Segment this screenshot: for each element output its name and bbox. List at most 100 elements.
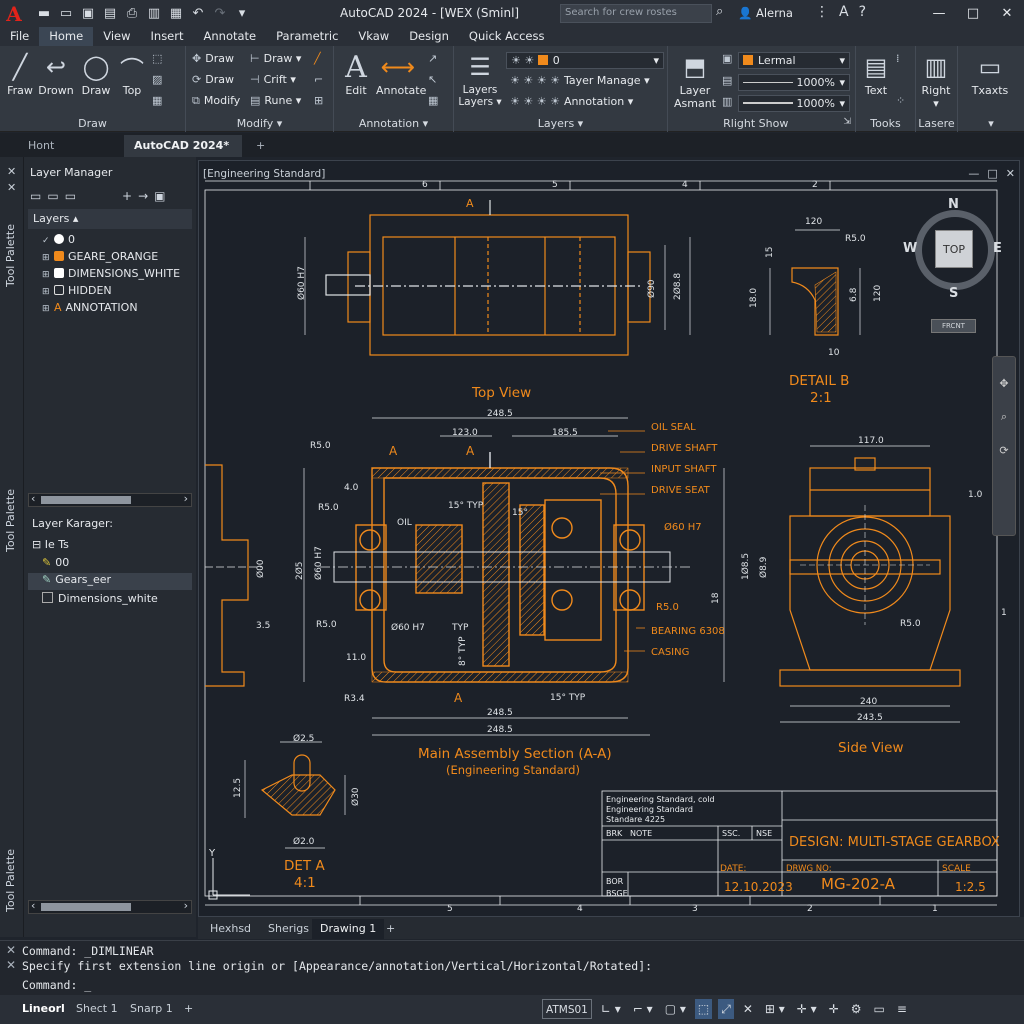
dim-text: 15 [765, 247, 775, 258]
dim-text: 4.0 [344, 483, 359, 493]
tb-std1: Engineering Standard, cold [606, 795, 715, 804]
callout-bearing: BEARING 6308 [651, 626, 725, 637]
otrack-icon[interactable]: ⬚ [694, 999, 713, 1019]
dim-text: 120 [805, 217, 822, 227]
dim-text: 8° TYP [458, 636, 468, 666]
tab-snap1[interactable]: Snarp 1 [124, 999, 179, 1019]
dim-text: R5.0 [316, 620, 337, 630]
tb-bsge: BSGE [606, 889, 628, 898]
section-mark-a: A [454, 691, 463, 705]
dim-text: 243.5 [857, 713, 883, 723]
polar-icon[interactable]: ⌐ ▾ [630, 999, 656, 1019]
coordinate-readout[interactable]: ATMS01 [542, 999, 592, 1019]
isolate-icon[interactable]: ✛ [826, 999, 842, 1019]
compass-n[interactable]: N [948, 197, 959, 212]
callout-casing: CASING [651, 647, 689, 658]
compass-e[interactable]: E [993, 241, 1002, 256]
compass-s[interactable]: S [949, 286, 958, 301]
tab-sherigs[interactable]: Sherigs [260, 919, 317, 939]
customize-icon[interactable]: ≡ [894, 999, 910, 1019]
tb-bor: BOR [606, 877, 624, 886]
dim-text: 1.0 [968, 490, 983, 500]
top-view-title: Top View [471, 385, 531, 401]
dynamic-input-icon[interactable]: ⤢ [718, 999, 734, 1019]
tb-brk: BRK [606, 829, 623, 838]
ruler-mark: 1 [932, 904, 938, 914]
viewcube-top-face[interactable]: TOP [935, 230, 973, 268]
side-view-title: Side View [838, 740, 904, 756]
tab-sheet1[interactable]: Shect 1 [70, 999, 124, 1019]
nav-zoom-icon[interactable]: ⌕ [993, 410, 1015, 424]
ortho-icon[interactable]: ∟ ▾ [598, 999, 624, 1019]
detail-b-view[interactable] [769, 229, 861, 336]
tb-date-label: DATE: [720, 864, 746, 874]
add-sheet-button[interactable]: + [178, 999, 199, 1019]
dim-text: Ø60 H7 [296, 266, 307, 300]
left-partial-view[interactable] [205, 464, 262, 687]
dim-text: R5.0 [310, 441, 331, 451]
callout-input-shaft: INPUT SHAFT [651, 464, 717, 475]
tb-design: DESIGN: MULTI-STAGE GEARBOX [789, 835, 1000, 850]
nav-orbit-icon[interactable]: ⟳ [993, 444, 1015, 457]
dim-text: Ø30 [350, 787, 361, 806]
dim-text: 248.5 [487, 409, 513, 419]
dim-text: 185.5 [552, 428, 578, 438]
navigation-bar[interactable]: ✥ ⌕ ⟳ [992, 356, 1016, 536]
dim-text: Ø60 H7 [313, 546, 324, 580]
side-view-dims: 117.0 1.0 1Ø8.5 Ø8.9 R5.0 240 243.5 [740, 436, 983, 723]
nav-pan-icon[interactable]: ✥ [993, 377, 1015, 390]
annotation-scale-icon[interactable]: ⊞ ▾ [762, 999, 788, 1019]
ruler-mark: 1 [1001, 608, 1007, 618]
callout-oil-seal: OIL SEAL [651, 422, 696, 433]
callout-drive-shaft: DRIVE SHAFT [651, 443, 718, 454]
dim-text: 15° [512, 508, 528, 518]
tab-model[interactable]: Lineorl [16, 999, 71, 1019]
lineweight-icon[interactable]: ✕ [740, 999, 756, 1019]
side-view[interactable] [779, 445, 961, 723]
detail-b-labels: DETAIL B 2:1 [789, 373, 849, 406]
ruler-mark: 5 [552, 180, 558, 190]
add-layout-button[interactable]: + [378, 919, 403, 939]
dim-text: 1Ø8.5 [740, 553, 751, 580]
command-history-2: Specify first extension line origin or [… [22, 959, 653, 973]
ruler-mark: 6 [422, 180, 428, 190]
callout-drive-seat: DRIVE SEAT [651, 485, 711, 496]
dim-text: 18.0 [749, 288, 759, 308]
cmd-settings-icon[interactable]: ✕ [6, 958, 16, 972]
dim-text: TYP [451, 623, 469, 633]
top-view[interactable] [304, 200, 691, 356]
viewcube[interactable]: TOP N S E W [903, 197, 1002, 301]
command-input[interactable]: Command: _ [22, 978, 91, 992]
dim-text: Ø8.9 [758, 556, 769, 578]
status-toggles: ATMS01 ∟ ▾ ⌐ ▾ ▢ ▾ ⬚ ⤢ ✕ ⊞ ▾ ✛ ▾ ✛ ⚙ ▭ ≡ [542, 999, 910, 1019]
compass-w[interactable]: W [903, 241, 917, 256]
section-mark-a: A [389, 444, 398, 458]
osnap-icon[interactable]: ▢ ▾ [662, 999, 689, 1019]
hardware-accel-icon[interactable]: ⚙ [848, 999, 865, 1019]
tab-drawing1[interactable]: Drawing 1 [312, 919, 385, 939]
cad-drawing[interactable]: 6 5 4 2 5 4 3 2 1 1 A Top View Ø60 H7 Ø9… [0, 0, 1024, 1024]
detail-b-scale: 2:1 [810, 390, 832, 406]
tb-scale: 1:2.5 [955, 880, 986, 894]
detail-a-labels: DET A 4:1 [284, 858, 325, 891]
ucs-icon [208, 858, 250, 900]
dim-text: 2Ø5 [294, 561, 305, 580]
dim-text: R5.0 [318, 503, 339, 513]
command-line[interactable]: ✕ ✕ Command: _DIMLINEAR Specify first ex… [0, 940, 1024, 995]
main-view-title: Main Assembly Section (A-A) [418, 746, 612, 762]
dim-text: 120 [873, 285, 883, 302]
workspace-icon[interactable]: ✛ ▾ [794, 999, 820, 1019]
viewcube-front-menu[interactable]: FRCNT [931, 319, 976, 333]
ruler-mark: 5 [447, 904, 453, 914]
dim-text: 3.5 [256, 621, 270, 631]
cmd-close-icon[interactable]: ✕ [6, 943, 16, 957]
clean-screen-icon[interactable]: ▭ [871, 999, 888, 1019]
status-bar: Lineorl Shect 1 Snarp 1 + ATMS01 ∟ ▾ ⌐ ▾… [0, 995, 1024, 1024]
tab-hexhsd[interactable]: Hexhsd [202, 919, 259, 939]
ucs-y-label: Y [208, 848, 216, 859]
detail-a-view[interactable] [244, 741, 346, 849]
ruler-mark: 4 [682, 180, 688, 190]
dim-text: 248.5 [487, 708, 513, 718]
dim-text: Ø90 [646, 279, 657, 298]
tb-note: NOTE [630, 829, 652, 838]
